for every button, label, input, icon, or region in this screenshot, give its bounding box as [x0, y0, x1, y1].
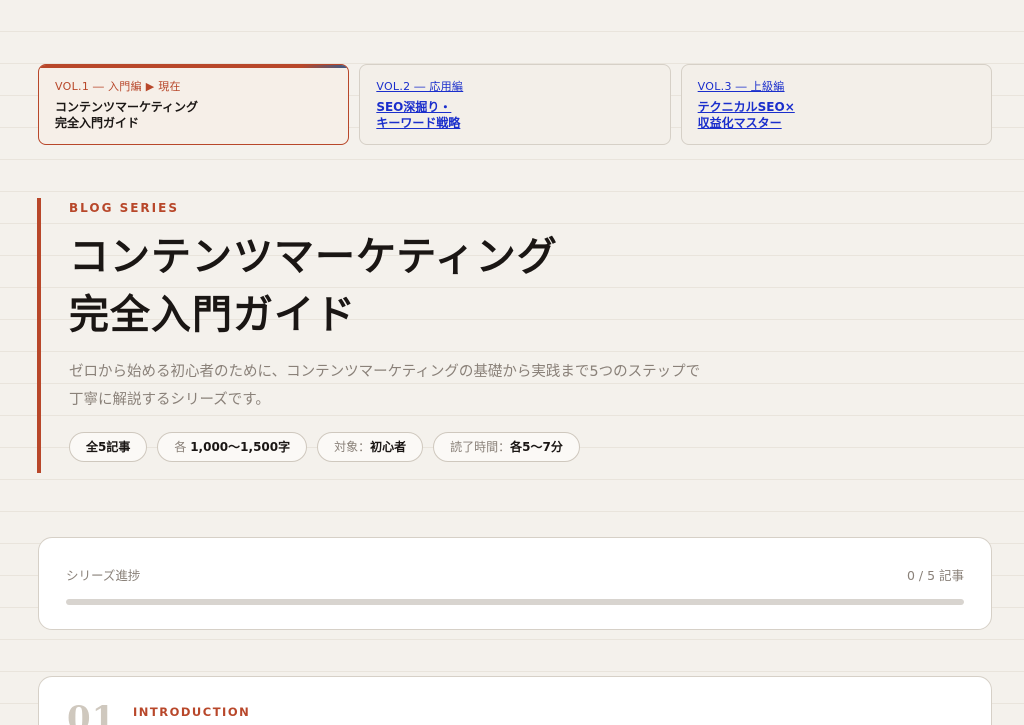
vol2-title-line1[interactable]: SEO深掘り・ — [376, 100, 451, 114]
tag-length: 各 1,000〜1,500字 — [157, 432, 308, 462]
vol3-title[interactable]: テクニカルSEO× 収益化マスター — [698, 99, 975, 131]
series-navigation: VOL.1 ― 入門編 ▶ 現在 コンテンツマーケティング 完全入門ガイド VO… — [38, 64, 992, 145]
chapter-card[interactable]: 01 INTRODUCTION — [38, 676, 992, 725]
series-vol1-card: VOL.1 ― 入門編 ▶ 現在 コンテンツマーケティング 完全入門ガイド — [38, 64, 350, 145]
page-title-line2: 完全入門ガイド — [69, 291, 356, 338]
tag-audience-prefix: 対象： — [334, 440, 371, 454]
vol1-title: コンテンツマーケティング 完全入門ガイド — [55, 99, 332, 131]
page-title-line1: コンテンツマーケティング — [69, 233, 558, 280]
chapter-label: INTRODUCTION — [133, 705, 251, 719]
vol3-title-line2[interactable]: 収益化マスター — [698, 116, 782, 130]
series-progress-card: シリーズ進捗 0 / 5 記事 — [38, 537, 992, 630]
tag-audience-value: 初心者 — [370, 440, 407, 454]
chapter-number: 01 — [67, 699, 117, 725]
tag-length-prefix: 各 — [174, 440, 187, 454]
vol1-title-line1: コンテンツマーケティング — [55, 100, 199, 114]
hero-description: ゼロから始める初心者のために、コンテンツマーケティングの基礎から実践まで5つのス… — [69, 364, 701, 408]
progress-header: シリーズ進捗 0 / 5 記事 — [66, 566, 964, 586]
vol2-title[interactable]: SEO深掘り・ キーワード戦略 — [376, 99, 653, 131]
vol1-title-line2: 完全入門ガイド — [55, 116, 140, 130]
hero-section: BLOG SERIES コンテンツマーケティング 完全入門ガイド ゼロから始める… — [37, 198, 700, 473]
vol2-title-line2[interactable]: キーワード戦略 — [376, 116, 460, 130]
page-title: コンテンツマーケティング 完全入門ガイド — [69, 228, 697, 344]
tag-audience: 対象：初心者 — [317, 432, 424, 462]
meta-tags: 全5記事 各 1,000〜1,500字 対象：初心者 読了時間：各5〜7分 — [69, 432, 697, 462]
progress-count: 0 / 5 記事 — [906, 568, 964, 583]
tag-reading-time: 読了時間：各5〜7分 — [433, 432, 580, 462]
hero-eyebrow: BLOG SERIES — [69, 201, 179, 215]
progress-bar — [66, 599, 964, 605]
vol3-title-line1[interactable]: テクニカルSEO× — [698, 100, 795, 114]
progress-label: シリーズ進捗 — [66, 568, 141, 583]
tag-time-prefix: 読了時間： — [450, 440, 511, 454]
series-vol2-link[interactable]: VOL.2 ― 応用編 SEO深掘り・ キーワード戦略 — [359, 64, 671, 145]
tag-time-value: 各5〜7分 — [510, 440, 563, 454]
vol1-kicker: VOL.1 ― 入門編 ▶ 現在 — [55, 80, 181, 93]
tag-length-value: 1,000〜1,500字 — [190, 440, 291, 454]
tag-article-count: 全5記事 — [69, 432, 148, 462]
series-vol3-link[interactable]: VOL.3 ― 上級編 テクニカルSEO× 収益化マスター — [680, 64, 992, 145]
vol3-kicker[interactable]: VOL.3 ― 上級編 — [698, 79, 975, 95]
vol2-kicker[interactable]: VOL.2 ― 応用編 — [376, 79, 653, 95]
